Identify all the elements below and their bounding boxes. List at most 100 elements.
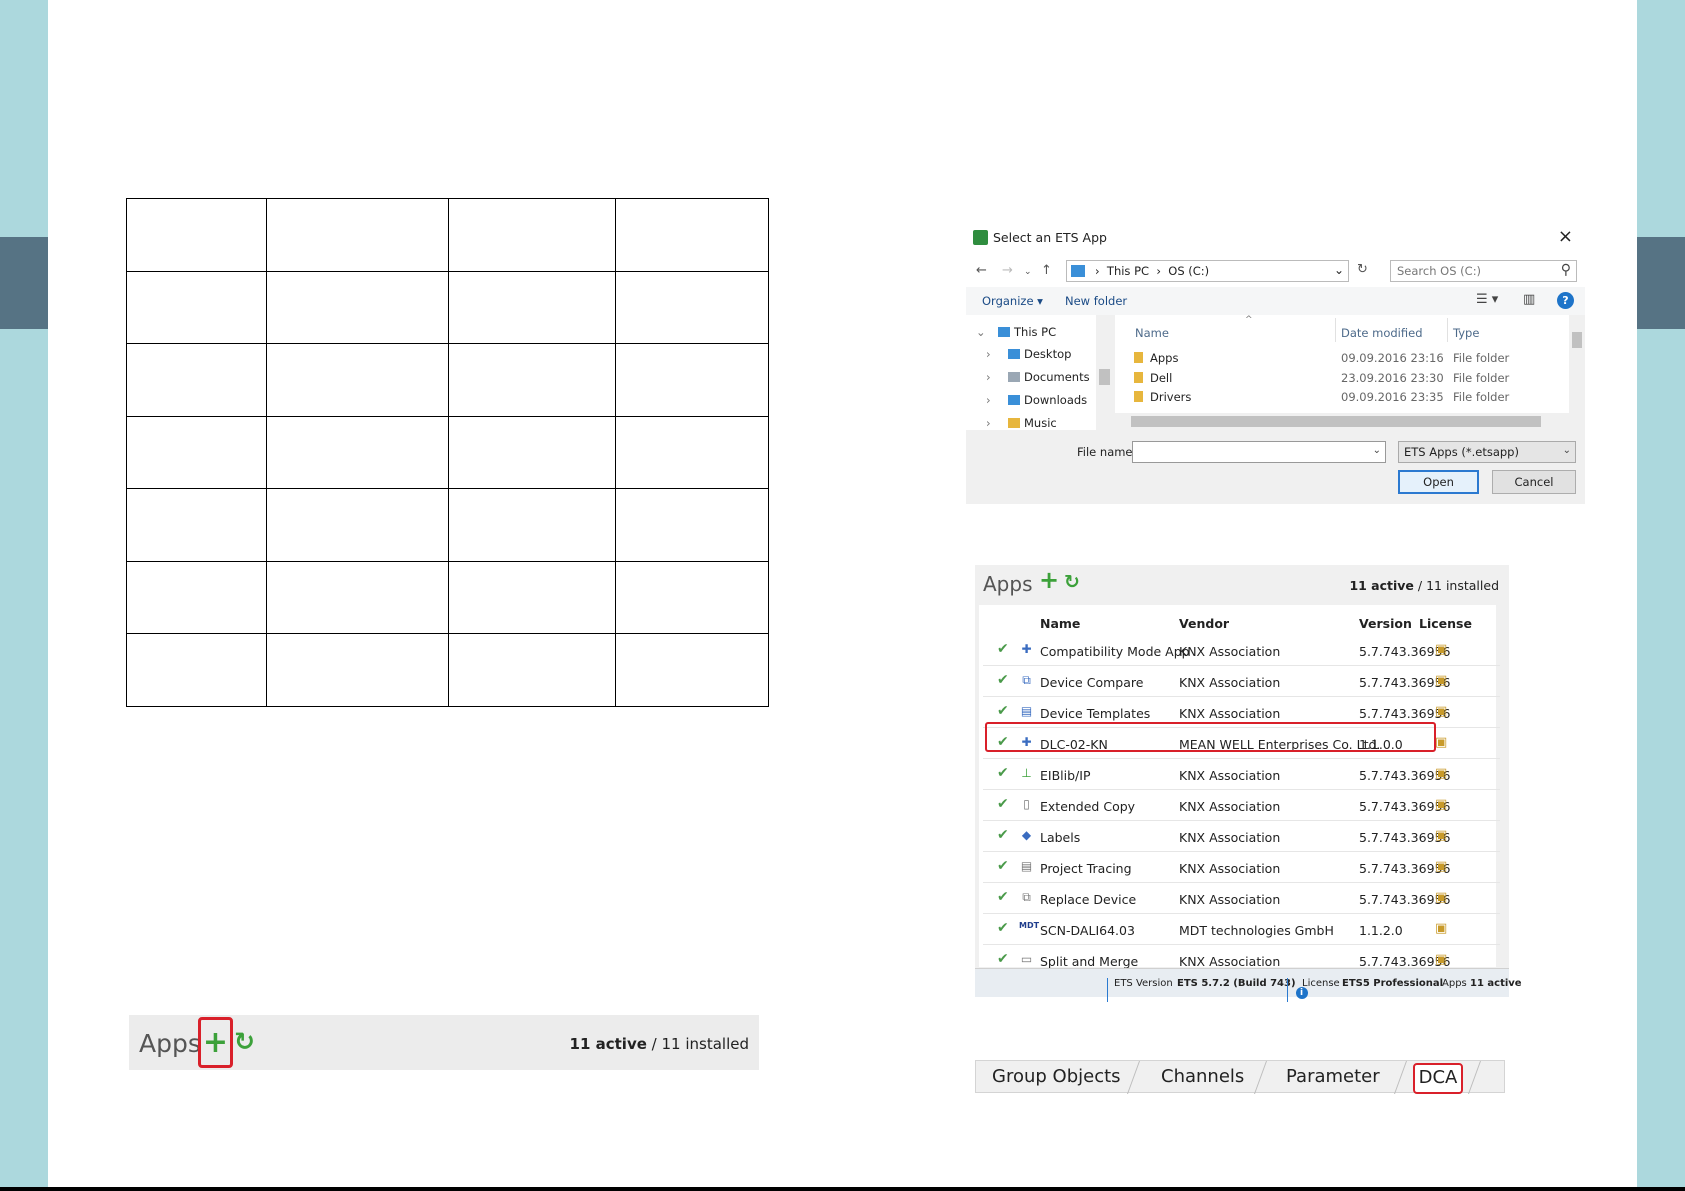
dialog-title: Select an ETS App [993, 230, 1107, 245]
search-box[interactable]: Search OS (C:) ⚲ [1390, 260, 1577, 282]
table-row[interactable]: ✔ ⧉ Replace Device KNX Association 5.7.743.3… [983, 884, 1500, 914]
file-name-field[interactable]: ⌄ [1132, 441, 1386, 463]
column-header-name[interactable]: Name [1040, 616, 1080, 631]
scrollbar-thumb[interactable] [1099, 369, 1110, 385]
tab-divider [1393, 1061, 1408, 1094]
table-row [126, 633, 769, 707]
table-cell [265, 270, 450, 345]
check-icon[interactable]: ✔ [997, 796, 1009, 812]
tree-item-music[interactable]: › Music [986, 416, 1057, 430]
table-cell [126, 198, 267, 272]
breadcrumb-os-c[interactable]: OS (C:) [1168, 264, 1209, 278]
table-row [126, 560, 769, 635]
tree-item-this-pc[interactable]: ⌄ This PC [976, 325, 1056, 339]
left-margin-strip [0, 0, 48, 1191]
recent-dropdown-icon[interactable]: ⌄ [1024, 267, 1032, 277]
column-header-license[interactable]: License [1419, 616, 1472, 631]
chevron-down-icon[interactable]: ⌄ [1334, 263, 1344, 277]
check-icon[interactable]: ✔ [997, 920, 1009, 936]
view-options-icon[interactable]: ☰ ▾ [1476, 292, 1498, 307]
forward-arrow-icon[interactable]: → [1002, 263, 1013, 278]
column-header-date[interactable]: Date modified [1341, 326, 1423, 340]
preview-pane-icon[interactable]: ▥ [1523, 292, 1535, 307]
navigation-bar: ← → ⌄ ↑ › This PC › OS (C:) ⌄ ↻ Search O… [966, 255, 1585, 287]
tree-item-documents[interactable]: › Documents [986, 370, 1090, 384]
status-bar: ETS Version ETS 5.7.2 (Build 743) i Lice… [975, 968, 1522, 1002]
search-input[interactable]: Search OS (C:) [1397, 264, 1481, 278]
license-icon: ▣ [1435, 642, 1448, 657]
table-cell [265, 488, 450, 562]
cancel-button[interactable]: Cancel [1492, 470, 1576, 494]
column-divider [1447, 318, 1448, 342]
table-row[interactable]: ✔ ▤ Project Tracing KNX Association 5.7.743.… [983, 853, 1500, 883]
column-header-version[interactable]: Version [1359, 616, 1412, 631]
help-icon[interactable]: ? [1557, 292, 1574, 309]
check-icon[interactable]: ✔ [997, 641, 1009, 657]
list-item[interactable]: Drivers 09.09.2016 23:35 File folder [1115, 387, 1569, 407]
table-cell [265, 198, 450, 272]
refresh-icon[interactable]: ↻ [1064, 571, 1080, 593]
file-list-scrollbar[interactable] [1569, 315, 1585, 413]
desktop-icon [1008, 349, 1020, 359]
table-row[interactable]: ✔ MDT SCN-DALI64.03 MDT technologies GmbH 1.… [983, 915, 1500, 945]
tab-group-objects[interactable]: Group Objects [992, 1066, 1121, 1087]
back-arrow-icon[interactable]: ← [976, 263, 987, 278]
check-icon[interactable]: ✔ [997, 858, 1009, 874]
scrollbar-thumb[interactable] [1131, 416, 1541, 427]
list-item[interactable]: Dell 23.09.2016 23:30 File folder [1115, 368, 1569, 388]
status-divider [1287, 978, 1288, 1002]
table-cell [615, 633, 769, 707]
refresh-icon[interactable]: ↻ [234, 1027, 255, 1056]
status-divider [1107, 978, 1108, 1002]
scrollbar-thumb[interactable] [1572, 332, 1582, 348]
table-row[interactable]: ✔ ✚ Compatibility Mode App KNX Association 5… [983, 636, 1500, 666]
add-app-button[interactable]: + [1039, 566, 1059, 594]
tab-parameter[interactable]: Parameter [1286, 1066, 1380, 1087]
table-row[interactable]: ✔ ⊥ EIBlib/IP KNX Association 5.7.743.36956 ▣ [983, 760, 1500, 790]
apps-count: 11 active / 11 installed [569, 1035, 749, 1053]
documents-icon [1008, 372, 1020, 382]
file-list: Name ^ Date modified Type Apps 09.09.2016… [1115, 315, 1569, 413]
check-icon[interactable]: ✔ [997, 672, 1009, 688]
tree-item-desktop[interactable]: › Desktop [986, 347, 1071, 361]
address-bar[interactable]: › This PC › OS (C:) ⌄ [1066, 260, 1349, 282]
tab-channels[interactable]: Channels [1161, 1066, 1244, 1087]
up-arrow-icon[interactable]: ↑ [1041, 263, 1052, 278]
app-icon [973, 230, 988, 245]
column-header-name[interactable]: Name [1135, 326, 1169, 340]
tab-dca[interactable]: DCA [1413, 1063, 1463, 1094]
add-app-button[interactable]: + [198, 1017, 233, 1068]
horizontal-scrollbar[interactable] [1115, 413, 1585, 430]
left-margin-tab [0, 237, 48, 329]
file-type-select[interactable]: ETS Apps (*.etsapp) ⌄ [1398, 441, 1576, 463]
check-icon[interactable]: ✔ [997, 703, 1009, 719]
template-icon: ▤ [1020, 704, 1033, 718]
apps-table: Name Vendor Version License ✔ ✚ Compatibil… [979, 605, 1500, 976]
open-button[interactable]: Open [1398, 470, 1479, 494]
tree-scrollbar[interactable] [1096, 315, 1113, 430]
breadcrumb-this-pc[interactable]: This PC [1107, 264, 1149, 278]
file-name-label: File name: [1077, 445, 1137, 459]
table-row[interactable]: ✔ ◆ Labels KNX Association 5.7.743.36956 ▣ [983, 822, 1500, 852]
table-row[interactable]: ✔ ▯ Extended Copy KNX Association 5.7.743.36… [983, 791, 1500, 821]
tree-item-downloads[interactable]: › Downloads [986, 393, 1087, 407]
check-icon[interactable]: ✔ [997, 765, 1009, 781]
table-row [126, 198, 769, 272]
check-icon[interactable]: ✔ [997, 889, 1009, 905]
apps-toolbar-snippet: Apps + ↻ 11 active / 11 installed [129, 1015, 759, 1070]
list-item[interactable]: Apps 09.09.2016 23:16 File folder [1115, 348, 1569, 368]
apps-panel-title: Apps [983, 572, 1033, 596]
column-header-type[interactable]: Type [1453, 326, 1479, 340]
refresh-icon[interactable]: ↻ [1357, 262, 1368, 277]
chevron-down-icon[interactable]: ⌄ [1373, 445, 1381, 456]
table-row[interactable]: ✔ ⧉ Device Compare KNX Association 5.7.743.3… [983, 667, 1500, 697]
tag-icon: ◆ [1021, 828, 1032, 842]
license-icon: ▣ [1435, 704, 1448, 719]
check-icon[interactable]: ✔ [997, 951, 1009, 967]
check-icon[interactable]: ✔ [997, 827, 1009, 843]
license-label: License [1302, 978, 1340, 989]
organize-menu[interactable]: Organize ▾ [982, 294, 1043, 308]
column-header-vendor[interactable]: Vendor [1179, 616, 1229, 631]
new-folder-button[interactable]: New folder [1065, 294, 1127, 308]
close-button[interactable]: × [1558, 226, 1573, 247]
